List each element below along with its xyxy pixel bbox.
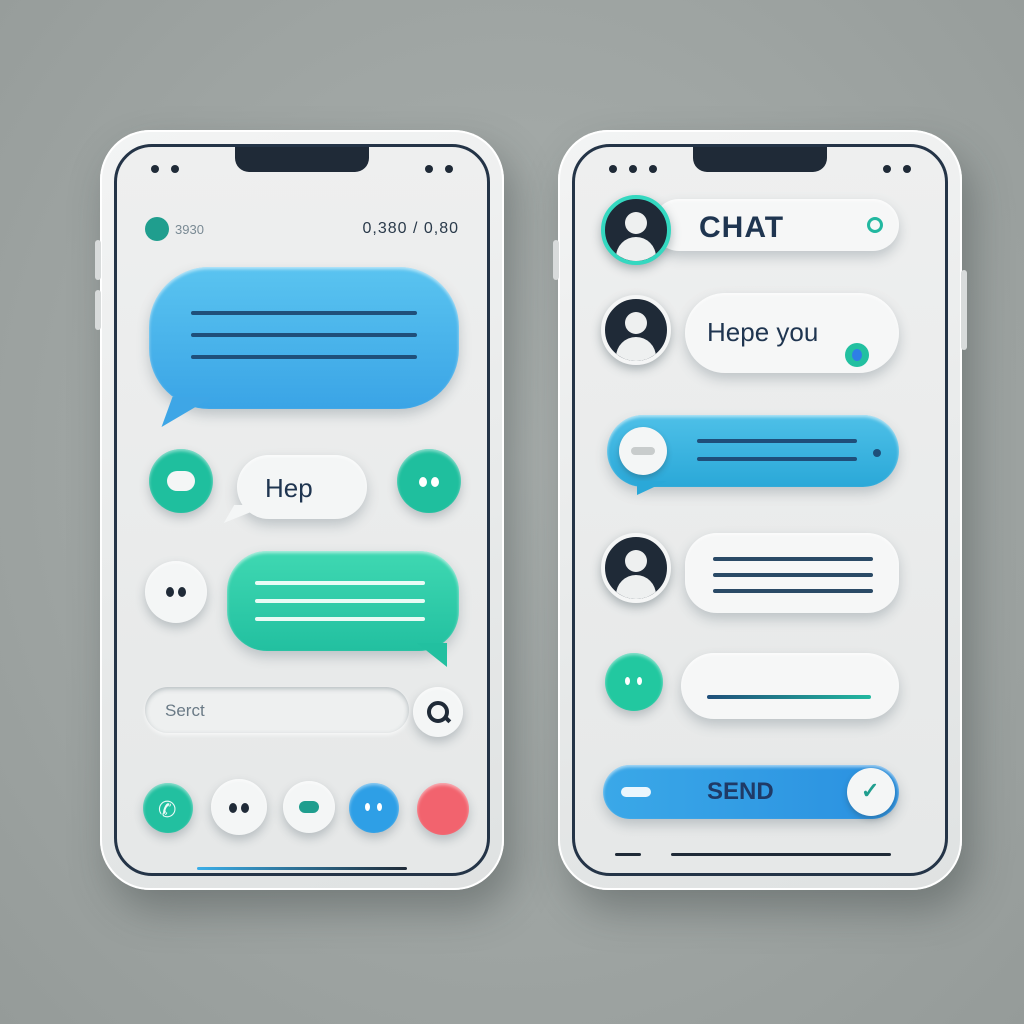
chat-icon-button[interactable]: [149, 449, 213, 513]
chat-bubble-green[interactable]: [227, 551, 459, 651]
call-button[interactable]: ✆: [143, 783, 193, 833]
bubble-tail: [223, 505, 269, 523]
send-icon-button[interactable]: ✓: [847, 768, 895, 816]
message-icon: [299, 801, 319, 813]
home-indicator: [671, 853, 891, 856]
search-placeholder: Serct: [165, 701, 205, 720]
chat-title-bar[interactable]: CHAT: [653, 199, 899, 251]
phone-left: 3930 0,380 / 0,80 Hep Serct ✆: [95, 130, 504, 890]
home-indicator: [197, 867, 407, 870]
volume-button: [553, 240, 559, 280]
status-dots: [883, 165, 911, 173]
phone-right: CHAT Hepe you SEND ✓: [553, 130, 967, 890]
chat-bubble-blue[interactable]: [607, 415, 899, 487]
chat-bubble-blue[interactable]: [149, 267, 459, 409]
notch: [235, 147, 369, 172]
avatar-placeholder: [619, 427, 667, 475]
emoji-button[interactable]: [397, 449, 461, 513]
bubble-tail: [637, 481, 667, 495]
status-dots: [151, 165, 179, 173]
message-button[interactable]: [283, 781, 335, 833]
read-receipt-icon: [845, 343, 869, 367]
status-dot-icon: [867, 217, 883, 233]
power-button: [961, 270, 967, 350]
screen-right: CHAT Hepe you SEND ✓: [572, 144, 948, 876]
avatar[interactable]: [601, 295, 671, 365]
search-button[interactable]: [413, 687, 463, 737]
search-input[interactable]: Serct: [145, 687, 409, 733]
more-button[interactable]: [211, 779, 267, 835]
bubble-tail: [417, 643, 447, 667]
status-right-text: 0,380 / 0,80: [362, 220, 459, 237]
message-text: Hepe you: [707, 317, 819, 347]
avatar[interactable]: [601, 533, 671, 603]
end-button[interactable]: [417, 783, 469, 835]
screen-left: 3930 0,380 / 0,80 Hep Serct ✆: [114, 144, 490, 876]
message-bubble[interactable]: Hepe you: [685, 293, 899, 373]
toggle-knob: [621, 787, 651, 797]
notch: [693, 147, 827, 172]
help-bubble-text: Hep: [265, 473, 313, 503]
home-indicator-segment: [615, 853, 641, 856]
status-indicator-icon: [145, 217, 169, 241]
volume-button: [95, 240, 101, 280]
avatar[interactable]: [601, 195, 671, 265]
emoji-button[interactable]: [605, 653, 663, 711]
volume-button: [95, 290, 101, 330]
check-icon: ✓: [861, 778, 880, 803]
status-left-text: 3930: [175, 222, 204, 237]
message-bubble[interactable]: [685, 533, 899, 613]
status-dots: [609, 165, 657, 173]
send-button[interactable]: SEND ✓: [603, 765, 899, 819]
phone-icon: ✆: [158, 797, 177, 822]
emoji-button-blue[interactable]: [349, 783, 399, 833]
message-input[interactable]: [681, 653, 899, 719]
typing-indicator-icon: [145, 561, 207, 623]
chat-title: CHAT: [699, 211, 785, 244]
status-dots: [425, 165, 453, 173]
bubble-tail: [161, 397, 213, 427]
send-label: SEND: [707, 778, 774, 805]
